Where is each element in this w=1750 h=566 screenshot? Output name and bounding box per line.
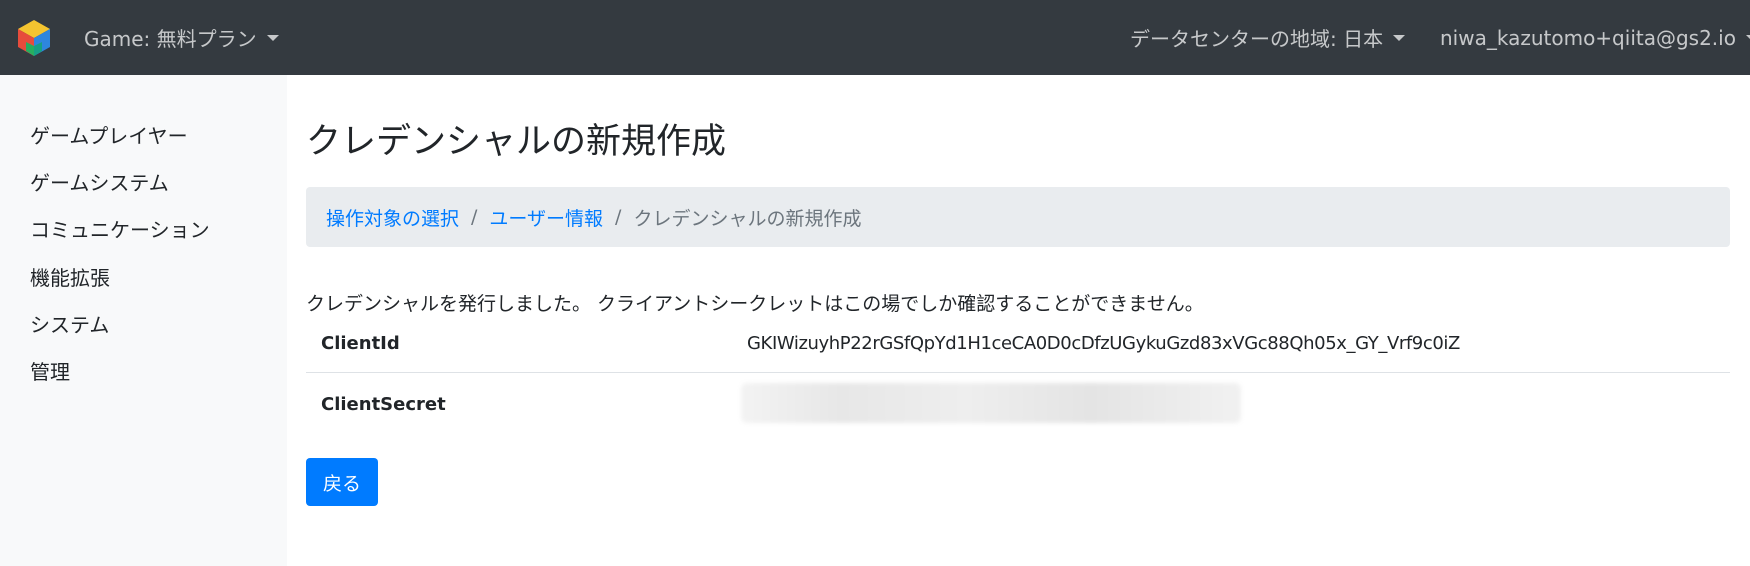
sidebar-item-system[interactable]: システム (30, 309, 109, 338)
game-plan-dropdown[interactable]: Game: 無料プラン (84, 0, 279, 75)
client-secret-value-redacted (741, 383, 1241, 423)
main-content: クレデンシャルの新規作成 操作対象の選択 / ユーザー情報 / クレデンシャルの… (287, 75, 1750, 566)
sidebar: ゲームプレイヤー ゲームシステム コミュニケーション 機能拡張 システム 管理 (0, 75, 287, 566)
datacenter-region-dropdown[interactable]: データセンターの地域: 日本 (1130, 0, 1406, 75)
sidebar-item-management[interactable]: 管理 (30, 356, 70, 385)
user-account-dropdown[interactable]: niwa_kazutomo+qiita@gs2.io (1440, 0, 1750, 75)
breadcrumb-link-user-info[interactable]: ユーザー情報 (489, 204, 603, 231)
table-row: ClientId GKIWizuyhP22rGSfQpYd1H1ceCA0D0c… (306, 313, 1730, 373)
credential-table: ClientId GKIWizuyhP22rGSfQpYd1H1ceCA0D0c… (306, 313, 1730, 432)
sidebar-item-game-system[interactable]: ゲームシステム (30, 167, 169, 196)
page-title: クレデンシャルの新規作成 (306, 122, 727, 162)
breadcrumb-link-target-selection[interactable]: 操作対象の選択 (326, 204, 459, 231)
credential-issued-message: クレデンシャルを発行しました。 クライアントシークレットはこの場でしか確認するこ… (306, 293, 1204, 315)
breadcrumb: 操作対象の選択 / ユーザー情報 / クレデンシャルの新規作成 (306, 187, 1730, 247)
game-plan-label: Game: 無料プラン (84, 27, 257, 51)
client-id-label: ClientId (321, 333, 400, 354)
sidebar-item-communication[interactable]: コミュニケーション (30, 214, 210, 243)
client-secret-label: ClientSecret (321, 394, 446, 415)
client-id-value[interactable]: GKIWizuyhP22rGSfQpYd1H1ceCA0D0cDfzUGykuG… (747, 333, 1460, 354)
top-navbar: Game: 無料プラン データセンターの地域: 日本 niwa_kazutomo… (0, 0, 1750, 75)
gs2-logo-icon[interactable] (14, 18, 54, 58)
sidebar-item-game-player[interactable]: ゲームプレイヤー (30, 120, 188, 149)
back-button[interactable]: 戻る (306, 458, 378, 506)
caret-down-icon (1745, 34, 1750, 41)
user-email-label: niwa_kazutomo+qiita@gs2.io (1440, 25, 1736, 50)
breadcrumb-separator: / (471, 206, 478, 228)
caret-down-icon (1393, 34, 1406, 41)
caret-down-icon (266, 34, 279, 41)
table-row: ClientSecret (306, 373, 1730, 432)
breadcrumb-current-page: クレデンシャルの新規作成 (633, 207, 862, 230)
breadcrumb-separator: / (615, 206, 622, 228)
region-label: データセンターの地域: 日本 (1130, 27, 1384, 51)
sidebar-item-extensions[interactable]: 機能拡張 (30, 262, 110, 291)
